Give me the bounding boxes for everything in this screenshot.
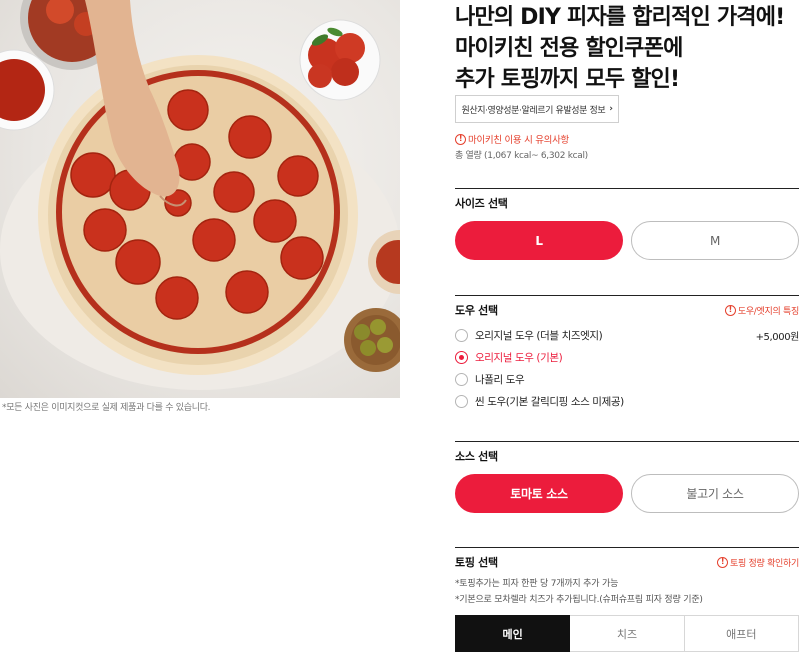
topping-tabs: 메인 치즈 애프터 [455,615,799,652]
dough-feature-link[interactable]: ! 도우/엣지의 특징 [724,304,799,317]
usage-notice-link[interactable]: ! 마이키친 이용 시 유의사항 [455,132,569,146]
dough-option-label: 오리지널 도우 (더블 치즈엣지) [475,329,603,342]
dough-option-thin[interactable]: 씬 도우(기본 갈릭디핑 소스 미제공) [455,390,799,412]
tab-after[interactable]: 애프터 [684,615,799,652]
dough-options: 오리지널 도우 (더블 치즈엣지) +5,000원 오리지널 도우 (기본) 나… [455,324,799,412]
topping-amount-link[interactable]: ! 토핑 정량 확인하기 [717,556,799,569]
size-section-title: 사이즈 선택 [455,197,508,210]
info-circle-icon: ! [455,133,466,145]
radio-button-icon [455,394,468,408]
size-option-l[interactable]: L [455,221,623,260]
product-title: 나만의 DIY 피자를 합리적인 가격에! 마이키친 전용 할인쿠폰에 추가 토… [455,5,785,92]
sauce-section-header: 소스 선택 [455,442,799,470]
dough-option-napoli[interactable]: 나폴리 도우 [455,368,799,390]
sauce-section: 소스 선택 토마토 소스 불고기 소스 [455,441,799,513]
total-calories: 총 열량 (1,067 kcal~ 6,302 kcal) [455,151,588,161]
pizza-illustration [0,0,400,390]
radio-button-icon [455,328,468,342]
dough-option-label: 나폴리 도우 [475,373,525,386]
dough-section-title: 도우 선택 [455,304,498,317]
tab-main[interactable]: 메인 [455,615,571,652]
topping-section-title: 토핑 선택 [455,556,498,569]
tab-cheese[interactable]: 치즈 [570,615,685,652]
dough-section-header: 도우 선택 ! 도우/엣지의 특징 [455,296,799,324]
info-circle-icon: ! [717,556,729,568]
origin-info-button[interactable]: 원산지·영양성분·알레르기 유발성분 정보 › [455,95,619,123]
size-section-header: 사이즈 선택 [455,189,799,217]
radio-button-checked-icon [455,350,468,364]
topping-amount-label: 토핑 정량 확인하기 [730,558,799,569]
size-option-m[interactable]: M [631,221,799,260]
info-circle-icon: ! [724,304,736,316]
dough-option-label: 오리지널 도우 (기본) [475,351,563,364]
topping-note: *토핑추가는 피자 한판 당 7개까지 추가 가능 [455,579,619,589]
product-options-panel: 나만의 DIY 피자를 합리적인 가격에! 마이키친 전용 할인쿠폰에 추가 토… [455,0,799,652]
sauce-options: 토마토 소스 불고기 소스 [455,474,799,513]
sauce-option-tomato[interactable]: 토마토 소스 [455,474,623,513]
dough-option-double-cheese[interactable]: 오리지널 도우 (더블 치즈엣지) +5,000원 [455,324,799,346]
usage-notice-label: 마이키친 이용 시 유의사항 [468,135,569,146]
topping-note: *기본으로 모차렐라 치즈가 추가됩니다.(슈퍼슈프림 피자 정량 기준) [455,595,703,605]
chevron-right-icon: › [609,104,613,114]
size-section: 사이즈 선택 L M [455,188,799,260]
dough-section: 도우 선택 ! 도우/엣지의 특징 오리지널 도우 (더블 치즈엣지) +5,0… [455,295,799,412]
dough-option-original[interactable]: 오리지널 도우 (기본) [455,346,799,368]
size-options: L M [455,221,799,260]
origin-info-label: 원산지·영양성분·알레르기 유발성분 정보 [461,105,606,116]
topping-section: 토핑 선택 ! 토핑 정량 확인하기 *토핑추가는 피자 한판 당 7개까지 추… [455,547,799,652]
photo-disclaimer: *모든 사진은 이미지컷으로 실제 제품과 다를 수 있습니다. [2,403,211,413]
dough-option-label: 씬 도우(기본 갈릭디핑 소스 미제공) [475,395,624,408]
radio-button-icon [455,372,468,386]
sauce-section-title: 소스 선택 [455,450,498,463]
product-photo [0,0,400,398]
dough-feature-label: 도우/엣지의 특징 [737,306,799,317]
topping-section-header: 토핑 선택 ! 토핑 정량 확인하기 [455,548,799,576]
dough-option-price: +5,000원 [755,331,799,343]
sauce-option-bulgogi[interactable]: 불고기 소스 [631,474,799,513]
